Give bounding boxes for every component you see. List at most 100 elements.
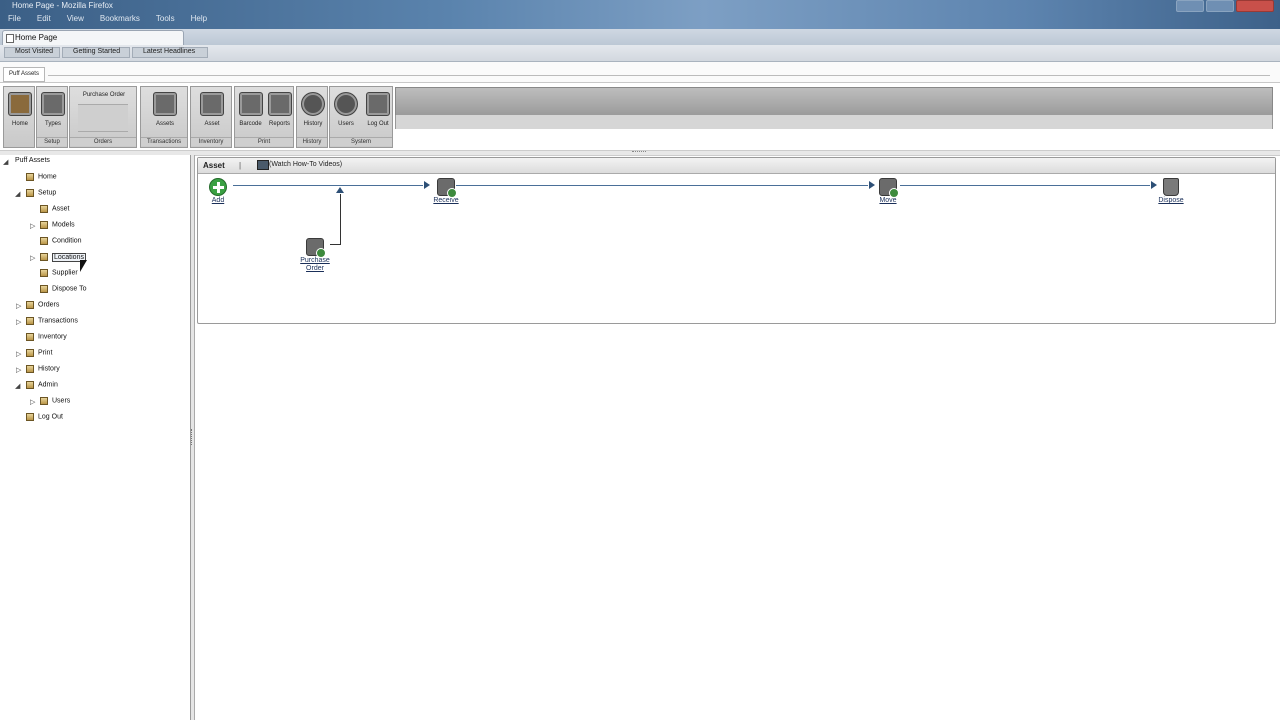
purchase-order-label-line2: Order	[306, 265, 324, 272]
asset-icon	[200, 92, 224, 116]
menu-help[interactable]: Help	[191, 14, 207, 23]
menu-view[interactable]: View	[67, 14, 84, 23]
app-tab-puff-assets[interactable]: Puff Assets	[3, 67, 45, 82]
menu-edit[interactable]: Edit	[37, 14, 51, 23]
receive-link[interactable]: Receive	[430, 197, 462, 205]
assets-button[interactable]: Assets	[149, 90, 181, 134]
ribbon-group-label-orders: Orders	[70, 137, 136, 146]
types-icon	[41, 92, 65, 116]
tree-item-history[interactable]: History	[26, 365, 60, 377]
expand-icon[interactable]: ▷	[16, 317, 21, 329]
dispose-step[interactable]: Dispose	[1154, 178, 1188, 205]
browser-tab[interactable]: Home Page	[2, 30, 184, 45]
expand-icon[interactable]: ▷	[16, 349, 21, 361]
ribbon-group-label-print: Print	[235, 137, 293, 146]
tree-item-models[interactable]: Models	[40, 221, 75, 233]
expand-icon[interactable]: ▷	[16, 365, 21, 377]
home-button[interactable]: Home	[6, 90, 34, 134]
history-icon	[301, 92, 325, 116]
ribbon-background-lower	[395, 115, 1273, 129]
tree-item-home[interactable]: Home	[26, 173, 57, 185]
users-button-label: Users	[338, 121, 354, 127]
receive-icon	[437, 178, 457, 198]
asset-workflow-panel: Asset | (Watch How-To Videos) Add Receiv…	[197, 157, 1276, 324]
trash-icon	[1163, 178, 1179, 196]
tree-item-asset[interactable]: Asset	[40, 205, 70, 217]
browser-tab-bar: Home Page	[0, 29, 1280, 46]
tree-item-supplier[interactable]: Supplier	[40, 269, 78, 281]
tree-item-orders[interactable]: Orders	[26, 301, 59, 313]
navigation-tree: ◢ Puff Assets Home ◢ Setup Asset ▷ Model…	[0, 155, 191, 720]
how-to-videos-link[interactable]: (Watch How-To Videos)	[269, 161, 342, 168]
bookmark-getting-started[interactable]: Getting Started	[62, 47, 130, 58]
logout-button-label: Log Out	[367, 121, 389, 127]
plus-badge-icon	[447, 188, 457, 198]
menu-tools[interactable]: Tools	[156, 14, 175, 23]
purchase-order-label-line1: Purchase	[300, 257, 330, 264]
page-icon	[6, 34, 14, 43]
asset-button[interactable]: Asset	[197, 90, 227, 134]
splitter-grip[interactable]	[191, 429, 194, 445]
tree-item-label: Models	[52, 221, 75, 229]
move-step[interactable]: Move	[872, 178, 904, 205]
add-step[interactable]: Add	[203, 178, 233, 205]
splitter-grip[interactable]	[632, 151, 646, 154]
tree-item-label: History	[38, 365, 60, 373]
expand-icon[interactable]: ▷	[30, 397, 35, 409]
maximize-button[interactable]	[1206, 0, 1234, 12]
barcode-button[interactable]: Barcode	[236, 90, 265, 134]
folder-icon	[40, 253, 48, 261]
tree-item-users[interactable]: Users	[40, 397, 70, 409]
tree-item-print[interactable]: Print	[26, 349, 52, 361]
folder-icon	[26, 301, 34, 309]
types-button[interactable]: Types	[39, 90, 67, 134]
tree-root[interactable]: Puff Assets	[15, 157, 50, 169]
menu-bookmarks[interactable]: Bookmarks	[100, 14, 140, 23]
bookmark-latest-headlines[interactable]: Latest Headlines	[132, 47, 208, 58]
ribbon-group-label-history: History	[297, 137, 327, 146]
purchase-order-placeholder	[78, 104, 128, 132]
ribbon-group-label-transactions: Transactions	[141, 137, 187, 146]
assets-icon	[153, 92, 177, 116]
reports-button[interactable]: Reports	[265, 90, 294, 134]
folder-icon	[40, 221, 48, 229]
history-button[interactable]: History	[299, 90, 327, 134]
ribbon-group-transactions: Assets Transactions	[140, 86, 188, 148]
expand-icon[interactable]: ▷	[16, 301, 21, 313]
dispose-link[interactable]: Dispose	[1154, 197, 1188, 205]
close-button[interactable]	[1236, 0, 1274, 12]
ribbon-group-label-system: System	[330, 137, 392, 146]
tree-item-admin[interactable]: Admin	[26, 381, 58, 393]
mouse-cursor-icon	[80, 260, 87, 272]
receive-step[interactable]: Receive	[430, 178, 462, 205]
tree-item-transactions[interactable]: Transactions	[26, 317, 78, 329]
tree-item-log-out[interactable]: Log Out	[26, 413, 63, 425]
bookmark-most-visited[interactable]: Most Visited	[4, 47, 60, 58]
logout-button[interactable]: Log Out	[364, 90, 392, 134]
tree-item-inventory[interactable]: Inventory	[26, 333, 67, 345]
folder-icon	[40, 269, 48, 277]
folder-icon	[40, 285, 48, 293]
purchase-order-step[interactable]: Purchase Order	[298, 238, 332, 273]
ribbon-group-system: Users Log Out System	[329, 86, 393, 148]
users-button[interactable]: Users	[332, 90, 360, 134]
purchase-order-button[interactable]: Purchase Order	[70, 90, 138, 134]
collapse-icon[interactable]: ◢	[15, 189, 20, 201]
tree-item-condition[interactable]: Condition	[40, 237, 82, 249]
video-icon	[257, 160, 269, 170]
expand-icon[interactable]: ▷	[30, 253, 35, 265]
tree-item-dispose-to[interactable]: Dispose To	[40, 285, 87, 297]
expand-icon[interactable]: ▷	[30, 221, 35, 233]
tree-item-setup[interactable]: Setup	[26, 189, 56, 201]
collapse-icon[interactable]: ◢	[3, 157, 8, 169]
menu-file[interactable]: File	[8, 14, 21, 23]
collapse-icon[interactable]: ◢	[15, 381, 20, 393]
history-button-label: History	[303, 121, 323, 127]
tree-item-label: Inventory	[38, 333, 67, 341]
vertical-splitter[interactable]	[191, 155, 195, 720]
minimize-button[interactable]	[1176, 0, 1204, 12]
purchase-order-link[interactable]: Purchase Order	[298, 257, 332, 273]
arrow-up-icon	[336, 187, 344, 193]
move-link[interactable]: Move	[872, 197, 904, 205]
add-link[interactable]: Add	[203, 197, 233, 205]
